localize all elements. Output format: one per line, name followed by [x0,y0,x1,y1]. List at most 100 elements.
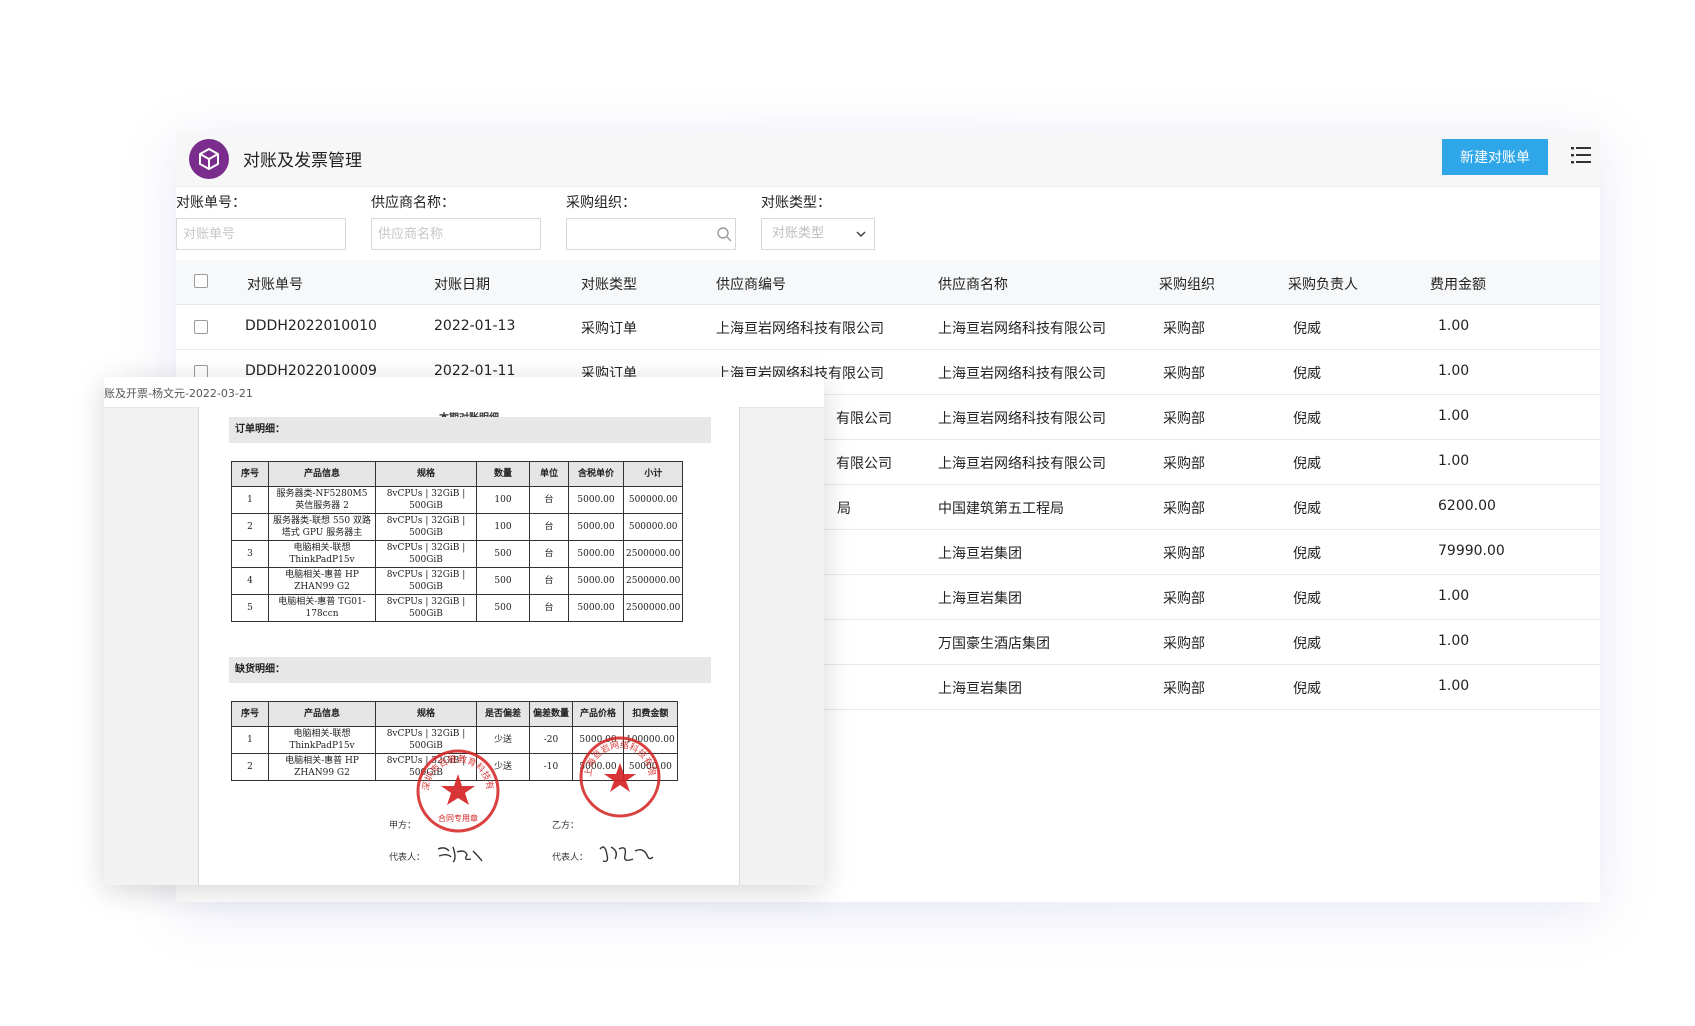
cell: 台 [529,486,569,514]
cell: 电脑相关-联想 ThinkPadP15v [268,540,376,568]
cell-number: DDDH2022010010 [245,318,377,334]
cell-type: 采购订单 [581,321,637,337]
rep-b-label: 代表人： [552,853,589,863]
cell: 电脑相关-惠普 TG01-178ccn [268,594,376,622]
order-col: 单位 [529,461,569,487]
cell: 5000.00 [568,594,624,622]
company-seal-b: 上海亘岩网络科技有限公司 [578,735,661,818]
cell: 500 [476,567,530,595]
signature-b [599,846,654,863]
cell-supplier-code: 有限公司 [836,456,892,472]
cell-org: 采购部 [1163,546,1205,562]
cell: 台 [529,540,569,568]
cell: 500000.00 [622,486,684,514]
cell: 服务器类-联想 550 双路塔式 GPU 服务器主 [268,513,376,541]
cell: 2 [231,513,269,541]
cell-supplier-name: 上海亘岩网络科技有限公司 [938,411,1106,427]
shortage-col: 规格 [375,701,477,727]
cell: 5 [231,594,269,622]
search-icon[interactable] [716,226,732,242]
cell: 100 [476,513,530,541]
cell-owner: 倪威 [1293,501,1321,517]
cell-owner: 倪威 [1293,681,1321,697]
table-row: 3 电脑相关-联想 ThinkPadP15v 8vCPUs | 32GiB | … [231,540,684,568]
shortage-col: 偏差数量 [529,701,573,727]
cell: 500 [476,594,530,622]
cell: 2500000.00 [622,567,684,595]
seal-a-subtext: 合同专用章 [438,813,478,823]
cell: 电脑相关-惠普 HP ZHAN99 G2 [268,567,376,595]
cell: 服务器类-NF5280M5 英信服务器 2 [268,486,376,514]
cell: 500000.00 [622,513,684,541]
cell-org: 采购部 [1163,411,1205,427]
cube-icon [189,139,229,179]
reconciliation-type-select[interactable]: 对账类型 [761,218,875,250]
reconciliation-number-input[interactable] [176,218,346,250]
cell-amount: 1.00 [1438,633,1470,649]
cell-supplier-name: 万国豪生酒店集团 [938,636,1050,652]
cell: 2500000.00 [622,540,684,568]
col-owner: 采购负责人 [1288,277,1358,293]
cell-supplier-name: 中国建筑第五工程局 [938,501,1064,517]
col-org: 采购组织 [1159,277,1215,293]
new-reconciliation-button[interactable]: 新建对账单 [1442,139,1548,175]
select-all-checkbox[interactable] [194,274,208,288]
col-supplier-code: 供应商编号 [716,277,786,293]
purchase-org-input[interactable] [566,218,736,250]
cell: 1 [231,726,269,754]
cell: -10 [529,753,573,781]
cell-supplier-name: 上海亘岩网络科技有限公司 [938,366,1106,382]
cell: 500 [476,540,530,568]
row-checkbox[interactable] [194,320,208,334]
cell: 台 [529,513,569,541]
filter-label-supplier: 供应商名称： [371,195,455,211]
cell-org: 采购部 [1163,501,1205,517]
cell: 8vCPUs | 32GiB | 500GiB [375,567,477,595]
cell-amount: 1.00 [1438,453,1470,469]
table-row: 2 服务器类-联想 550 双路塔式 GPU 服务器主 8vCPUs | 32G… [231,513,684,541]
cell: 2500000.00 [622,594,684,622]
shortage-col: 产品价格 [572,701,624,727]
signature-a [437,846,483,863]
document-preview[interactable]: 账及开票-杨文元-2022-03-21 本期对账明细 订单明细： 序号 产品信息… [104,377,824,885]
party-b-label: 乙方： [552,821,580,831]
table-header-row: 序号 产品信息 规格 是否偏差 偏差数量 产品价格 扣费金额 [231,701,678,727]
cell-amount: 79990.00 [1438,543,1505,559]
table-header-row: 序号 产品信息 规格 数量 单位 含税单价 小计 [231,461,684,487]
table-header: 对账单号 对账日期 对账类型 供应商编号 供应商名称 采购组织 采购负责人 费用… [176,260,1600,305]
cell: 台 [529,594,569,622]
filter-label-number: 对账单号： [176,195,246,211]
cell-supplier-name: 上海亘岩集团 [938,681,1022,697]
document-page: 本期对账明细 订单明细： 序号 产品信息 规格 数量 单位 含税单价 小计 1 … [198,407,740,885]
shortage-col: 扣费金额 [623,701,678,727]
order-col: 含税单价 [568,461,624,487]
cell-amount: 1.00 [1438,408,1470,424]
supplier-name-input[interactable] [371,218,541,250]
cell: 电脑相关-惠普 HP ZHAN99 G2 [268,753,376,781]
cell: 5000.00 [568,486,624,514]
cell-supplier-name: 上海亘岩集团 [938,591,1022,607]
cell-org: 采购部 [1163,456,1205,472]
company-seal-a: 深圳市百稳教育科技有限公司 合同专用章 [415,748,500,833]
cell: 5000.00 [568,513,624,541]
shortage-col: 产品信息 [268,701,376,727]
cell-amount: 1.00 [1438,588,1470,604]
rep-a-label: 代表人： [389,853,426,863]
cell-supplier-code: 局 [837,501,851,517]
cell: 台 [529,567,569,595]
app-header: 对账及发票管理 新建对账单 [176,132,1600,187]
cell: 电脑相关-联想 ThinkPadP15v [268,726,376,754]
shortage-col: 序号 [231,701,269,727]
list-icon[interactable] [1569,144,1593,166]
table-row[interactable]: DDDH2022010010 2022-01-13 采购订单 上海亘岩网络科技有… [176,305,1600,350]
cell-date: 2022-01-13 [434,318,516,334]
cell-amount: 1.00 [1438,363,1470,379]
cell-supplier-name: 上海亘岩网络科技有限公司 [938,321,1106,337]
order-section-title: 订单明细： [229,417,711,443]
cell: 8vCPUs | 32GiB | 500GiB [375,513,477,541]
cell-org: 采购部 [1163,591,1205,607]
order-detail-table: 序号 产品信息 规格 数量 单位 含税单价 小计 1 服务器类-NF5280M5… [231,461,684,622]
order-col: 数量 [476,461,530,487]
chevron-down-icon [856,231,866,238]
cell-amount: 1.00 [1438,678,1470,694]
